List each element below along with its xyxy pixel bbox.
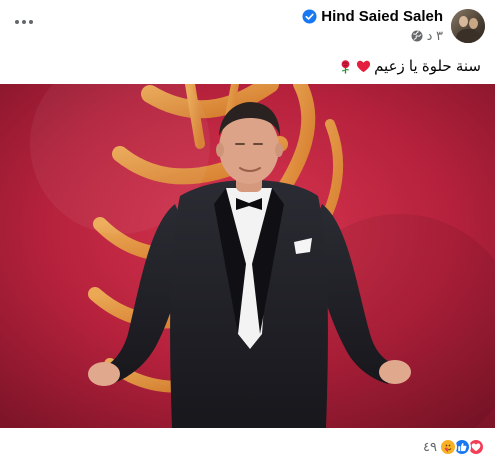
more-dot-2 <box>22 20 26 24</box>
rose-icon <box>341 59 350 74</box>
avatar-face-left <box>459 16 468 27</box>
post-photo[interactable] <box>0 84 495 428</box>
verified-badge-icon <box>302 9 317 24</box>
more-options-button[interactable] <box>10 12 38 32</box>
post-timestamp[interactable]: ٣ د <box>427 28 443 44</box>
author-name-row: Hind Saied Saleh <box>302 8 443 25</box>
author-name-link[interactable]: Hind Saied Saleh <box>321 8 443 25</box>
care-reaction-icon <box>439 438 457 456</box>
post-photo-image <box>0 84 495 428</box>
facebook-post: Hind Saied Saleh ٣ د سنة حلوة يا زعيم ٤٩ <box>0 0 495 466</box>
globe-icon[interactable] <box>411 30 423 42</box>
more-dot-3 <box>29 20 33 24</box>
post-header: Hind Saied Saleh ٣ د <box>0 0 495 52</box>
post-caption: سنة حلوة يا زعيم <box>338 57 481 75</box>
reactions-summary[interactable]: ٤٩ <box>423 438 485 456</box>
avatar-body <box>456 29 480 43</box>
author-avatar[interactable] <box>451 9 485 43</box>
reaction-count[interactable]: ٤٩ <box>423 439 437 455</box>
heart-icon <box>357 60 371 72</box>
post-meta: ٣ د <box>411 28 443 44</box>
post-footer: ٤٩ <box>0 428 495 466</box>
caption-text: سنة حلوة يا زعيم <box>374 58 481 75</box>
avatar-face-right <box>469 18 478 29</box>
more-dot-1 <box>15 20 19 24</box>
